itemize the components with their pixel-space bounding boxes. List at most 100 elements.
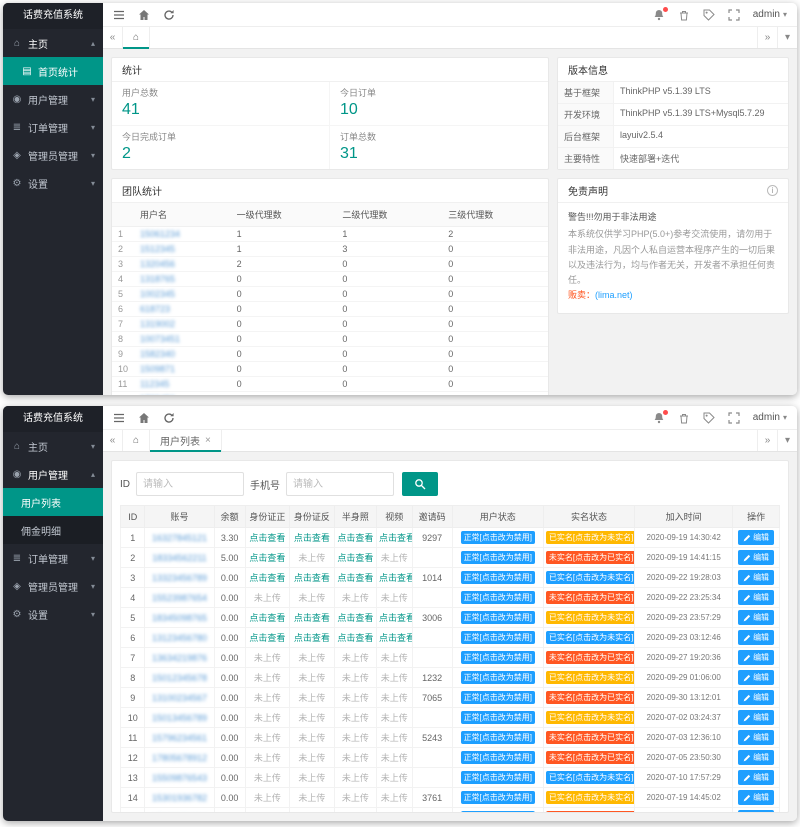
half-photo-link[interactable]: 未上传 xyxy=(342,653,369,663)
id-back-link[interactable]: 未上传 xyxy=(298,733,325,743)
notifications-bell-icon[interactable] xyxy=(653,9,665,21)
video-link[interactable]: 未上传 xyxy=(381,693,408,703)
half-photo-link[interactable]: 未上传 xyxy=(342,593,369,603)
realname-status-badge[interactable]: 未实名[点击改为已实名] xyxy=(546,651,635,664)
sidebar-item-user-list[interactable]: 用户列表 xyxy=(3,488,103,516)
edit-button[interactable]: 编辑 xyxy=(738,610,774,625)
realname-status-badge[interactable]: 未实名[点击改为已实名] xyxy=(546,731,635,744)
tab-menu[interactable]: ▾ xyxy=(777,27,797,48)
id-back-link[interactable]: 未上传 xyxy=(298,693,325,703)
realname-status-badge[interactable]: 未实名[点击改为已实名] xyxy=(546,691,635,704)
id-front-link[interactable]: 点击查看 xyxy=(249,633,285,643)
edit-button[interactable]: 编辑 xyxy=(738,530,774,545)
search-button[interactable] xyxy=(402,472,438,496)
tab-scroll-right[interactable]: » xyxy=(757,430,777,451)
id-front-link[interactable]: 未上传 xyxy=(254,753,281,763)
id-front-link[interactable]: 未上传 xyxy=(254,653,281,663)
realname-status-badge[interactable]: 未实名[点击改为已实名] xyxy=(546,591,635,604)
sidebar-item-home-stats[interactable]: ▤ 首页统计 xyxy=(3,57,103,85)
user-status-badge[interactable]: 正常[点击改为禁用] xyxy=(461,631,535,644)
admin-menu[interactable]: admin ▾ xyxy=(753,9,787,20)
video-link[interactable]: 未上传 xyxy=(381,553,408,563)
sidebar-item-orders[interactable]: ≣ 订单管理 ▾ xyxy=(3,113,103,141)
edit-button[interactable]: 编辑 xyxy=(738,550,774,565)
edit-button[interactable]: 编辑 xyxy=(738,810,774,813)
half-photo-link[interactable]: 未上传 xyxy=(342,673,369,683)
fullscreen-icon[interactable] xyxy=(728,412,740,424)
video-link[interactable]: 点击查看 xyxy=(379,613,412,623)
theme-tag-icon[interactable] xyxy=(703,412,715,424)
home-icon[interactable] xyxy=(138,412,150,424)
edit-button[interactable]: 编辑 xyxy=(738,770,774,785)
edit-button[interactable]: 编辑 xyxy=(738,790,774,805)
realname-status-badge[interactable]: 已实名[点击改为未实名] xyxy=(546,711,635,724)
half-photo-link[interactable]: 点击查看 xyxy=(337,633,373,643)
realname-status-badge[interactable]: 已实名[点击改为未实名] xyxy=(546,791,635,804)
id-back-link[interactable]: 点击查看 xyxy=(294,613,330,623)
half-photo-link[interactable]: 点击查看 xyxy=(337,553,373,563)
id-back-link[interactable]: 未上传 xyxy=(298,653,325,663)
id-front-link[interactable]: 点击查看 xyxy=(249,613,285,623)
phone-search-input[interactable] xyxy=(286,472,394,496)
sidebar-item-admins[interactable]: ◈ 管理员管理 ▾ xyxy=(3,572,103,600)
id-front-link[interactable]: 未上传 xyxy=(254,673,281,683)
tab-home[interactable]: ⌂ xyxy=(123,27,150,48)
fullscreen-icon[interactable] xyxy=(728,9,740,21)
sidebar-item-settings[interactable]: ⚙ 设置 ▾ xyxy=(3,600,103,628)
tab-scroll-left[interactable]: « xyxy=(103,430,123,451)
id-front-link[interactable]: 点击查看 xyxy=(249,553,285,563)
user-status-badge[interactable]: 正常[点击改为禁用] xyxy=(461,651,535,664)
realname-status-badge[interactable]: 未实名[点击改为已实名] xyxy=(546,811,635,813)
realname-status-badge[interactable]: 已实名[点击改为未实名] xyxy=(546,611,635,624)
half-photo-link[interactable]: 未上传 xyxy=(342,793,369,803)
menu-toggle-icon[interactable] xyxy=(113,9,125,21)
video-link[interactable]: 未上传 xyxy=(381,793,408,803)
user-status-badge[interactable]: 正常[点击改为禁用] xyxy=(461,611,535,624)
id-back-link[interactable]: 未上传 xyxy=(298,713,325,723)
user-status-badge[interactable]: 正常[点击改为禁用] xyxy=(461,531,535,544)
id-front-link[interactable]: 未上传 xyxy=(254,773,281,783)
clear-cache-icon[interactable] xyxy=(678,412,690,424)
id-front-link[interactable]: 未上传 xyxy=(254,693,281,703)
admin-menu[interactable]: admin ▾ xyxy=(753,412,787,423)
half-photo-link[interactable]: 点击查看 xyxy=(337,533,373,543)
video-link[interactable]: 未上传 xyxy=(381,713,408,723)
half-photo-link[interactable]: 点击查看 xyxy=(337,613,373,623)
half-photo-link[interactable]: 未上传 xyxy=(342,713,369,723)
edit-button[interactable]: 编辑 xyxy=(738,650,774,665)
half-photo-link[interactable]: 未上传 xyxy=(342,753,369,763)
id-back-link[interactable]: 点击查看 xyxy=(294,573,330,583)
realname-status-badge[interactable]: 未实名[点击改为已实名] xyxy=(546,751,635,764)
realname-status-badge[interactable]: 已实名[点击改为未实名] xyxy=(546,631,635,644)
video-link[interactable]: 未上传 xyxy=(381,653,408,663)
sidebar-item-commission[interactable]: 佣金明细 xyxy=(3,516,103,544)
realname-status-badge[interactable]: 未实名[点击改为已实名] xyxy=(546,551,635,564)
tab-menu[interactable]: ▾ xyxy=(777,430,797,451)
edit-button[interactable]: 编辑 xyxy=(738,570,774,585)
edit-button[interactable]: 编辑 xyxy=(738,590,774,605)
user-status-badge[interactable]: 正常[点击改为禁用] xyxy=(461,731,535,744)
tab-user-list[interactable]: 用户列表 × xyxy=(150,430,222,451)
refresh-icon[interactable] xyxy=(163,9,175,21)
video-link[interactable]: 未上传 xyxy=(381,733,408,743)
video-link[interactable]: 未上传 xyxy=(381,773,408,783)
video-link[interactable]: 未上传 xyxy=(381,753,408,763)
sidebar-item-home[interactable]: ⌂ 主页 ▾ xyxy=(3,432,103,460)
id-back-link[interactable]: 点击查看 xyxy=(294,633,330,643)
sidebar-item-users[interactable]: ◉ 用户管理 ▴ xyxy=(3,460,103,488)
edit-button[interactable]: 编辑 xyxy=(738,730,774,745)
id-search-input[interactable] xyxy=(136,472,244,496)
id-front-link[interactable]: 未上传 xyxy=(254,793,281,803)
id-back-link[interactable]: 未上传 xyxy=(298,673,325,683)
id-front-link[interactable]: 点击查看 xyxy=(249,573,285,583)
video-link[interactable]: 点击查看 xyxy=(379,573,412,583)
user-status-badge[interactable]: 正常[点击改为禁用] xyxy=(461,571,535,584)
menu-toggle-icon[interactable] xyxy=(113,412,125,424)
tab-scroll-right[interactable]: » xyxy=(757,27,777,48)
video-link[interactable]: 点击查看 xyxy=(379,633,412,643)
video-link[interactable]: 点击查看 xyxy=(379,533,412,543)
notifications-bell-icon[interactable] xyxy=(653,412,665,424)
sidebar-item-orders[interactable]: ≣ 订单管理 ▾ xyxy=(3,544,103,572)
edit-button[interactable]: 编辑 xyxy=(738,750,774,765)
user-status-badge[interactable]: 正常[点击改为禁用] xyxy=(461,751,535,764)
